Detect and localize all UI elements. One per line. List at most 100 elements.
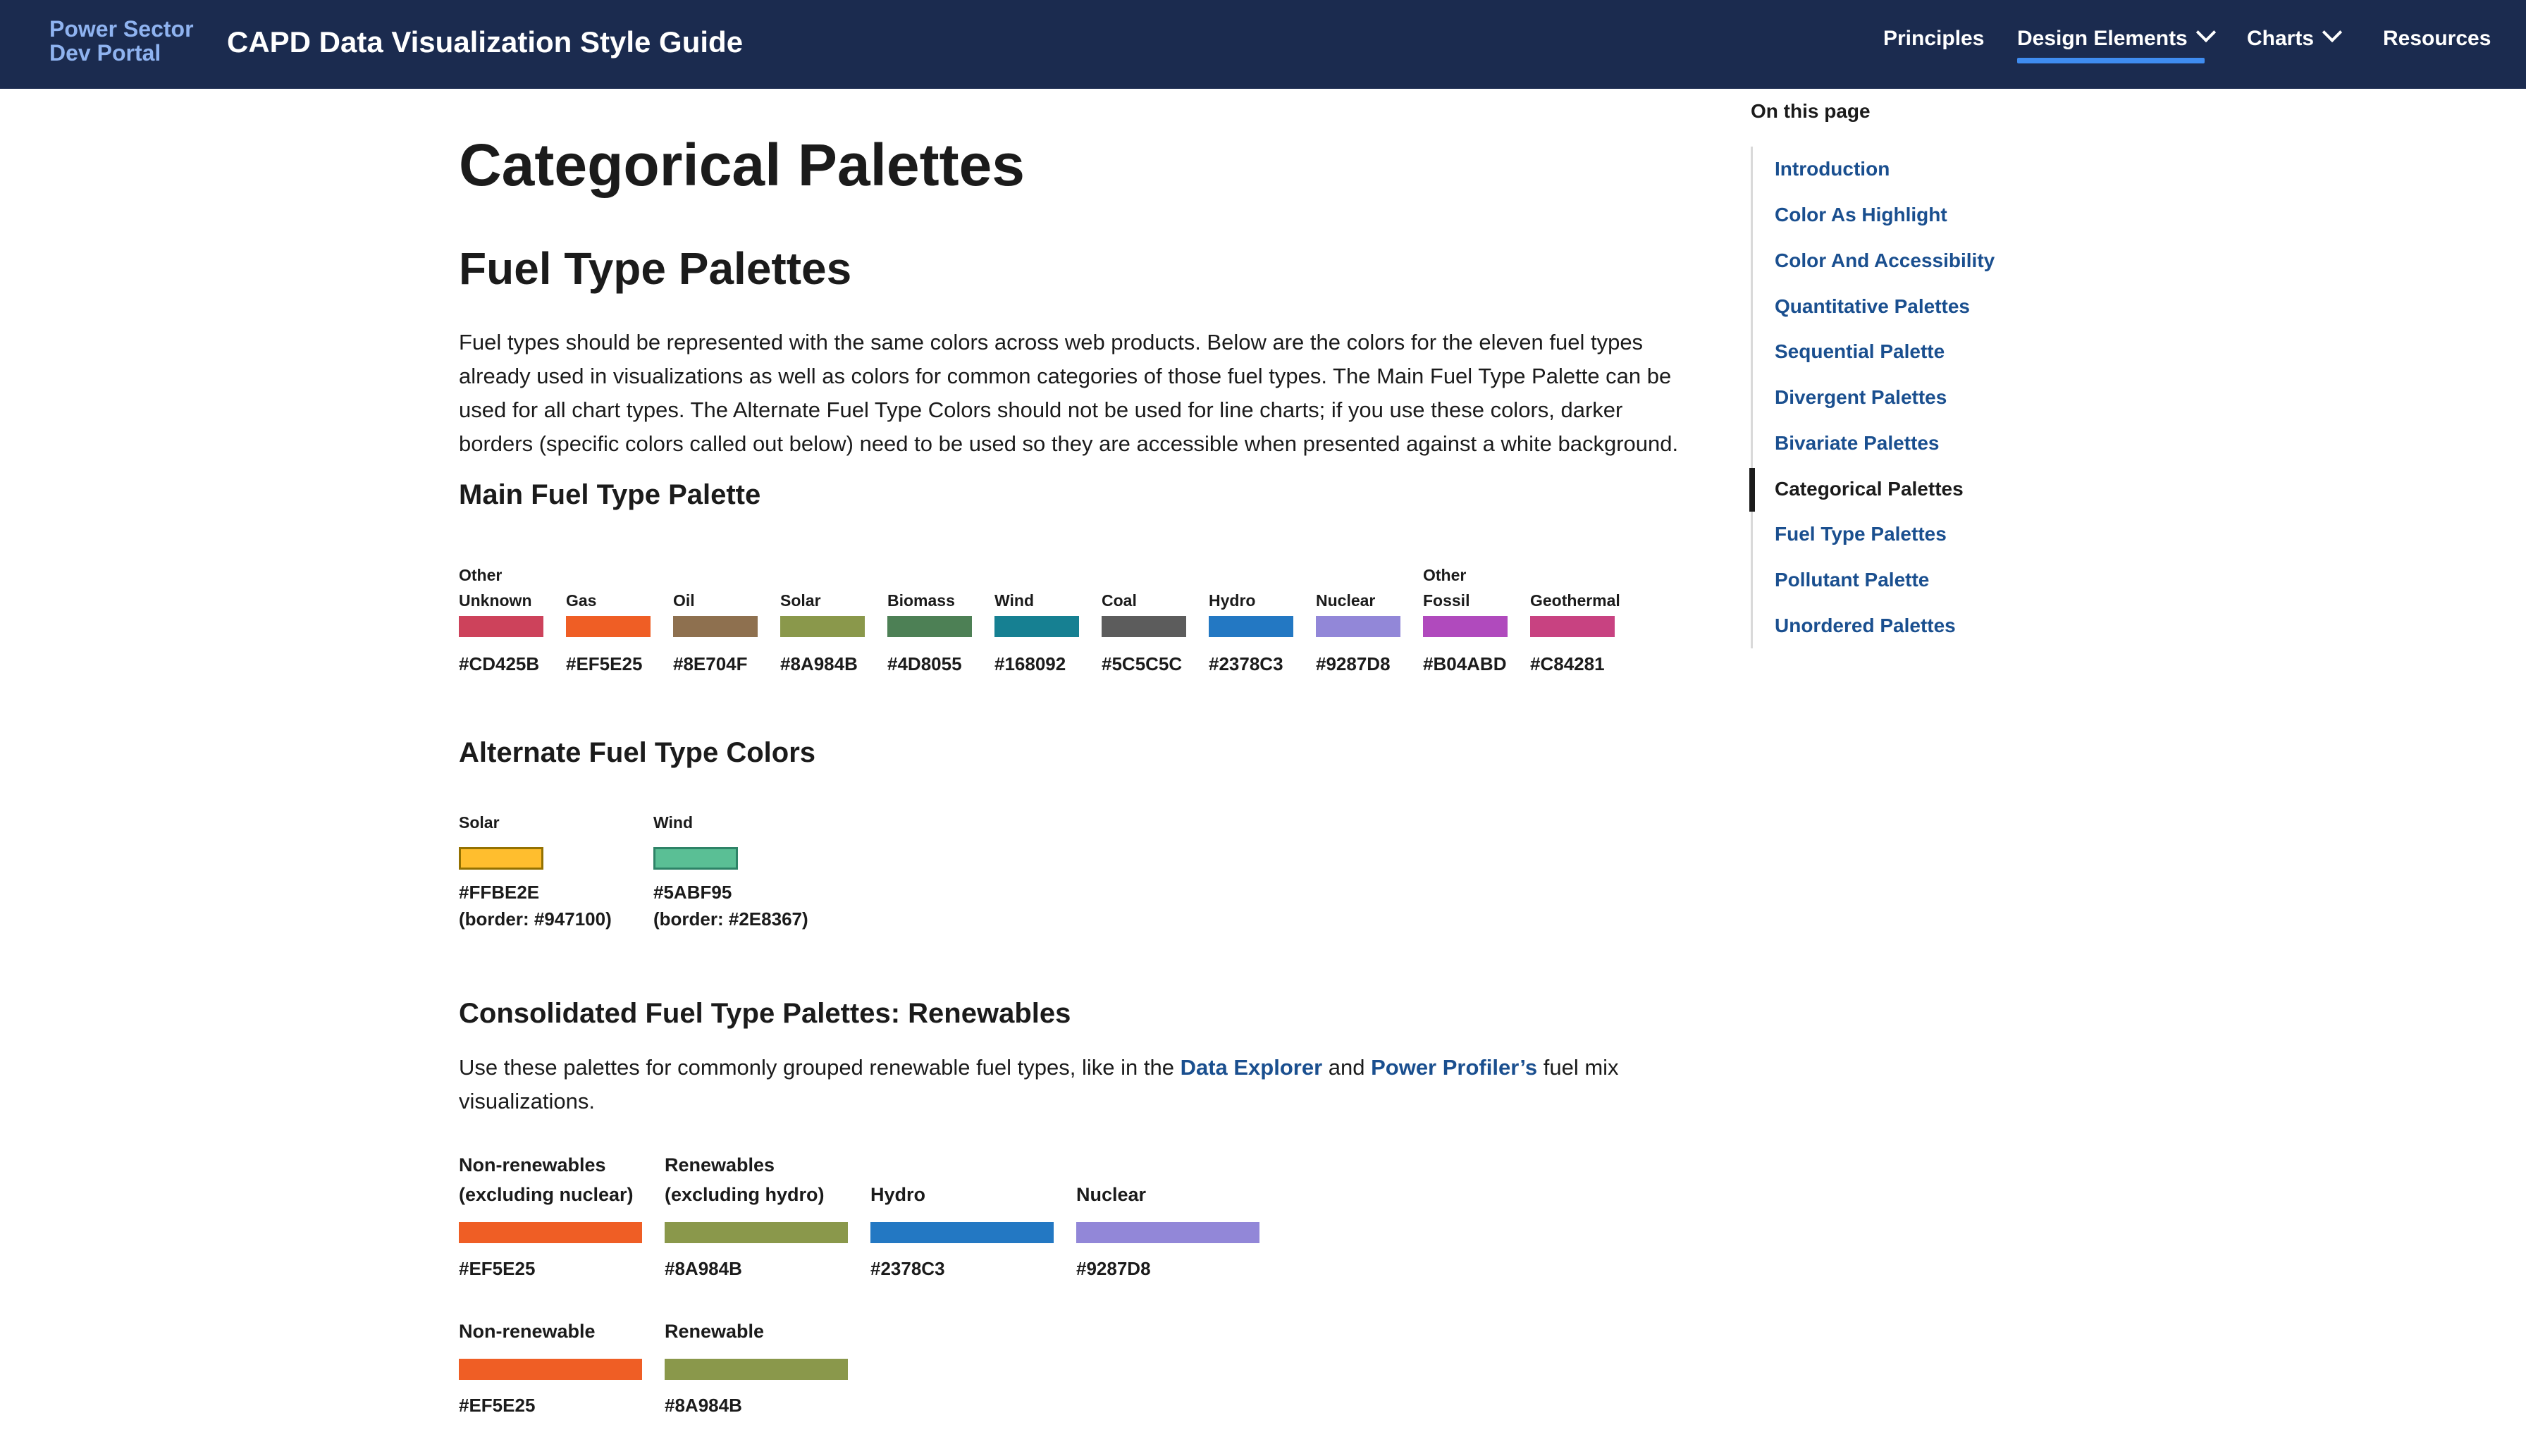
chevron-down-icon bbox=[2322, 22, 2343, 43]
swatch-border-note: (border: #2E8367) bbox=[653, 908, 808, 930]
color-chip bbox=[459, 1359, 642, 1380]
color-chip bbox=[994, 616, 1079, 637]
nav-principles-label: Principles bbox=[1883, 27, 1985, 50]
label-line-1: Renewables bbox=[665, 1154, 775, 1176]
top-navigation-bar: Power Sector Dev Portal CAPD Data Visual… bbox=[0, 0, 2526, 89]
section-title: Fuel Type Palettes bbox=[459, 243, 852, 294]
swatch-label: Coal bbox=[1102, 591, 1137, 610]
main-palette-title: Main Fuel Type Palette bbox=[459, 479, 761, 510]
swatch-hex: #8A984B bbox=[665, 1258, 742, 1279]
toc-item-unordered-palettes[interactable]: Unordered Palettes bbox=[1775, 615, 1956, 637]
toc-item-bivariate-palettes[interactable]: Bivariate Palettes bbox=[1775, 432, 1939, 455]
color-chip bbox=[780, 616, 865, 637]
toc-item-divergent-palettes[interactable]: Divergent Palettes bbox=[1775, 386, 1947, 409]
color-chip bbox=[870, 1222, 1054, 1243]
intro-paragraph: Fuel types should be represented with th… bbox=[459, 330, 1679, 456]
color-chip bbox=[1423, 616, 1508, 637]
swatch-label: Hydro bbox=[1209, 591, 1256, 610]
swatch-label: Oil bbox=[673, 591, 695, 610]
renewables-paragraph: Use these palettes for commonly grouped … bbox=[459, 1051, 1671, 1118]
swatch-label: Non-renewable bbox=[459, 1321, 596, 1342]
swatch-hex: #4D8055 bbox=[887, 653, 962, 674]
swatch-hex: #9287D8 bbox=[1316, 653, 1391, 674]
toc-item-categorical-palettes[interactable]: Categorical Palettes bbox=[1775, 478, 1964, 500]
swatch-hex: #CD425B bbox=[459, 653, 540, 674]
swatch-hex: #2378C3 bbox=[870, 1258, 945, 1279]
swatch-label: Renewables (excluding hydro) bbox=[665, 1150, 825, 1209]
toc-item-quantitative-palettes[interactable]: Quantitative Palettes bbox=[1775, 295, 1970, 318]
page-title: Categorical Palettes bbox=[459, 132, 1025, 198]
swatch-hex: #5ABF95 bbox=[653, 882, 732, 903]
color-chip bbox=[1209, 616, 1293, 637]
toc-item-sequential-palette[interactable]: Sequential Palette bbox=[1775, 340, 1945, 363]
nav-resources[interactable]: Resources bbox=[2383, 27, 2491, 51]
nav-design-elements-label: Design Elements bbox=[2017, 27, 2188, 50]
color-chip bbox=[459, 616, 543, 637]
swatch-label: Nuclear bbox=[1076, 1184, 1147, 1205]
renewables-text-mid: and bbox=[1322, 1055, 1372, 1080]
swatch-label: Hydro bbox=[870, 1184, 926, 1205]
swatch-label: Other Fossil bbox=[1423, 566, 1470, 610]
swatch-label: Non-renewables (excluding nuclear) bbox=[459, 1150, 634, 1209]
toc-active-indicator bbox=[1749, 468, 1755, 512]
swatch-hex: #EF5E25 bbox=[566, 653, 643, 674]
swatch-hex: #8A984B bbox=[665, 1395, 742, 1416]
color-chip bbox=[887, 616, 972, 637]
swatch-label: Renewable bbox=[665, 1321, 765, 1342]
swatch-hex: #B04ABD bbox=[1423, 653, 1507, 674]
site-title[interactable]: CAPD Data Visualization Style Guide bbox=[227, 25, 743, 59]
color-chip bbox=[665, 1359, 848, 1380]
swatch-label: Nuclear bbox=[1316, 591, 1376, 610]
nav-active-indicator bbox=[2017, 58, 2205, 63]
label-line-2: (excluding nuclear) bbox=[459, 1184, 634, 1205]
swatch-label: Wind bbox=[653, 813, 693, 832]
toc-item-color-and-accessibility[interactable]: Color And Accessibility bbox=[1775, 249, 1995, 272]
swatch-label: Biomass bbox=[887, 591, 955, 610]
color-chip bbox=[1316, 616, 1400, 637]
nav-resources-label: Resources bbox=[2383, 27, 2491, 50]
swatch-label: Solar bbox=[780, 591, 821, 610]
swatch-label: Wind bbox=[994, 591, 1034, 610]
toc-item-color-as-highlight[interactable]: Color As Highlight bbox=[1775, 204, 1947, 226]
swatch-hex: #EF5E25 bbox=[459, 1258, 536, 1279]
toc-rail bbox=[1751, 147, 1753, 648]
color-chip bbox=[1076, 1222, 1259, 1243]
swatch-hex: #8A984B bbox=[780, 653, 858, 674]
renewables-title: Consolidated Fuel Type Palettes: Renewab… bbox=[459, 998, 1071, 1029]
swatch-hex: #FFBE2E bbox=[459, 882, 540, 903]
color-chip bbox=[459, 1222, 642, 1243]
nav-design-elements[interactable]: Design Elements bbox=[2017, 22, 2216, 51]
swatch-label: Geothermal bbox=[1530, 591, 1620, 610]
brand-line-2: Dev Portal bbox=[49, 40, 161, 66]
swatch-hex: #8E704F bbox=[673, 653, 748, 674]
swatch-label: Solar bbox=[459, 813, 500, 832]
nav-principles[interactable]: Principles bbox=[1883, 27, 1984, 51]
alternate-palette-title: Alternate Fuel Type Colors bbox=[459, 737, 816, 768]
color-chip bbox=[665, 1222, 848, 1243]
label-line-1: Non-renewables bbox=[459, 1154, 606, 1176]
data-explorer-link[interactable]: Data Explorer bbox=[1181, 1055, 1323, 1080]
swatch-hex: #168092 bbox=[994, 653, 1066, 674]
color-chip bbox=[673, 616, 758, 637]
nav-charts[interactable]: Charts bbox=[2247, 22, 2343, 51]
swatch-hex: #2378C3 bbox=[1209, 653, 1283, 674]
swatch-hex: #C84281 bbox=[1530, 653, 1605, 674]
toc-item-pollutant-palette[interactable]: Pollutant Palette bbox=[1775, 569, 1929, 591]
color-chip bbox=[653, 847, 738, 870]
color-chip bbox=[566, 616, 651, 637]
label-line-2: (excluding hydro) bbox=[665, 1184, 825, 1205]
color-chip bbox=[459, 847, 543, 870]
toc-item-fuel-type-palettes[interactable]: Fuel Type Palettes bbox=[1775, 523, 1947, 545]
nav-charts-label: Charts bbox=[2247, 27, 2315, 50]
power-profiler-link[interactable]: Power Profiler’s bbox=[1371, 1055, 1537, 1080]
color-chip bbox=[1530, 616, 1615, 637]
swatch-label: Gas bbox=[566, 591, 597, 610]
brand-line-1: Power Sector bbox=[49, 16, 194, 42]
brand-logo-link[interactable]: Power Sector Dev Portal bbox=[49, 17, 194, 65]
toc-title: On this page bbox=[1751, 100, 1871, 122]
toc-item-introduction[interactable]: Introduction bbox=[1775, 158, 1890, 180]
swatch-border-note: (border: #947100) bbox=[459, 908, 612, 930]
swatch-hex: #9287D8 bbox=[1076, 1258, 1151, 1279]
swatch-label: Other Unknown bbox=[459, 566, 532, 610]
swatch-hex: #5C5C5C bbox=[1102, 653, 1183, 674]
